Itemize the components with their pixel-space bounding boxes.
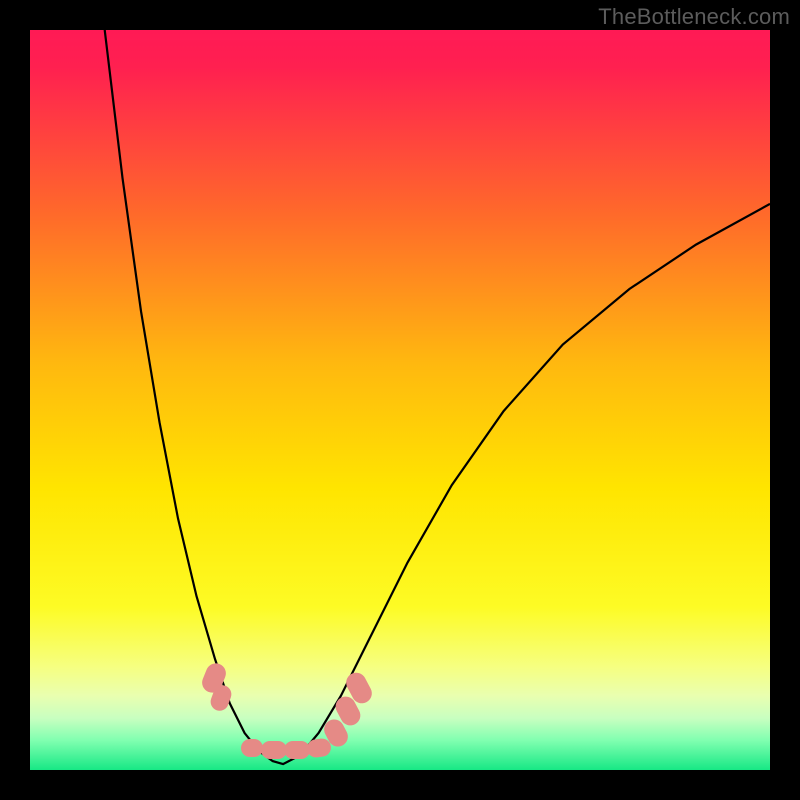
highlight-marker <box>241 739 263 757</box>
bottleneck-curve <box>30 30 770 770</box>
chart-frame: TheBottleneck.com <box>0 0 800 800</box>
plot-area <box>30 30 770 770</box>
watermark-text: TheBottleneck.com <box>598 4 790 30</box>
highlight-marker <box>284 741 310 759</box>
